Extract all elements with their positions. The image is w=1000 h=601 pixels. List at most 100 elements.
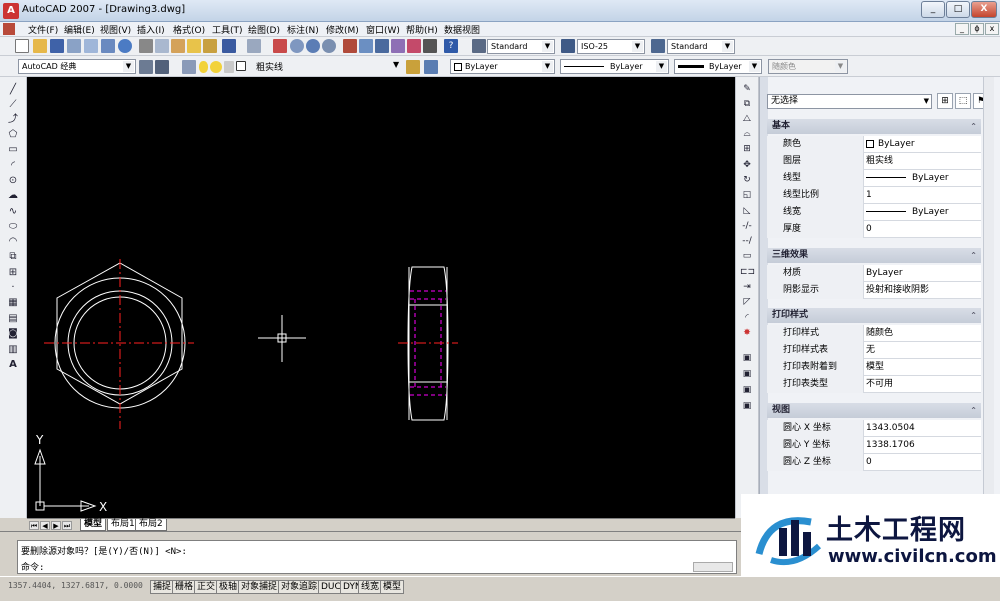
break-icon[interactable]: ⊏⊐ [740, 266, 755, 279]
match-properties-icon[interactable] [187, 39, 201, 53]
point-icon[interactable]: · [6, 281, 20, 294]
layer-thaw-sun-icon[interactable] [210, 61, 222, 73]
table-icon[interactable]: ▥ [6, 343, 20, 356]
line-icon[interactable]: ╱ [6, 83, 20, 96]
prop-row-linetype[interactable]: 线型 ByLayer [767, 170, 981, 187]
section-3d-visualization[interactable]: 三维效果 ⌃ [767, 248, 981, 263]
break-at-point-icon[interactable]: ▭ [740, 250, 754, 263]
table-style-icon[interactable] [651, 39, 665, 53]
autocad-app-icon[interactable]: A [3, 3, 19, 19]
menu-file[interactable]: 文件(F) [28, 23, 58, 36]
tab-layout2[interactable]: 布局2 [135, 519, 167, 531]
menu-format[interactable]: 格式(O) [173, 23, 205, 36]
prop-row-center-z[interactable]: 圆心 Z 坐标 0 [767, 454, 981, 471]
menu-window[interactable]: 窗口(W) [366, 23, 400, 36]
revision-cloud-icon[interactable]: ☁ [6, 189, 20, 202]
color-control-select[interactable]: ByLayer ▼ [450, 59, 555, 74]
erase-icon[interactable]: ✎ [740, 83, 754, 96]
make-block-icon[interactable]: ⊞ [6, 266, 20, 279]
command-prompt[interactable]: 命令: [21, 560, 44, 573]
section-plot-style[interactable]: 打印样式 ⌃ [767, 308, 981, 323]
properties-icon[interactable] [343, 39, 357, 53]
prop-row-color[interactable]: 颜色 ByLayer [767, 136, 981, 153]
selection-select[interactable]: 无选择 ▼ [767, 94, 932, 109]
menu-view[interactable]: 视图(V) [100, 23, 131, 36]
ortho-toggle[interactable]: 正交 [194, 580, 219, 594]
redo-icon[interactable] [247, 39, 261, 53]
osnap-toggle[interactable]: 对象捕捉 [238, 580, 281, 594]
command-history[interactable]: 要删除源对象吗？[是(Y)/否(N)] <N>: 命令: [17, 540, 737, 574]
prop-row-lineweight[interactable]: 线宽 ByLayer [767, 204, 981, 221]
section-general[interactable]: 基本 ⌃ [767, 119, 981, 134]
current-layer-label[interactable]: 粗实线 [256, 60, 283, 73]
hatch-icon[interactable]: ▦ [6, 296, 20, 309]
maximize-button[interactable]: □ [946, 1, 970, 18]
collapse-icon[interactable]: ⌃ [970, 119, 977, 134]
select-objects-icon[interactable]: ⬚ [955, 93, 971, 109]
prev-tab-button[interactable]: ◀ [40, 521, 50, 530]
doc-close-button[interactable]: x [985, 23, 999, 35]
table-style-select[interactable]: Standard ▼ [667, 39, 735, 54]
cut-icon[interactable] [139, 39, 153, 53]
save-icon[interactable] [50, 39, 64, 53]
model-toggle[interactable]: 模型 [380, 580, 405, 594]
close-button[interactable]: X [971, 1, 997, 18]
pan-icon[interactable] [273, 39, 287, 53]
calculator-icon[interactable] [423, 39, 437, 53]
region-icon[interactable]: ◙ [6, 327, 20, 340]
prop-row-plot-style[interactable]: 打印样式 随颜色 [767, 325, 981, 342]
snap-toggle[interactable]: 捕捉 [150, 580, 175, 594]
menu-dimension[interactable]: 标注(N) [287, 23, 319, 36]
polygon-icon[interactable]: ⬠ [6, 128, 20, 141]
prop-row-plot-table-type[interactable]: 打印表类型 不可用 [767, 376, 981, 393]
section-view[interactable]: 视图 ⌃ [767, 403, 981, 418]
text-style-select[interactable]: Standard ▼ [487, 39, 555, 54]
layer-manager-icon[interactable] [182, 60, 196, 74]
gradient-icon[interactable]: ▤ [6, 312, 20, 325]
scale-icon[interactable]: ◱ [740, 189, 754, 202]
join-icon[interactable]: ⇥ [740, 281, 754, 294]
menu-insert[interactable]: 插入(I) [137, 23, 165, 36]
tab-layout1[interactable]: 布局1 [107, 519, 139, 531]
minimize-button[interactable]: _ [921, 1, 945, 18]
extend-icon[interactable]: --/ [740, 235, 754, 248]
stretch-icon[interactable]: ◺ [740, 205, 754, 218]
move-icon[interactable]: ✥ [740, 159, 754, 172]
offset-icon[interactable]: ⌓ [740, 128, 754, 141]
prop-row-center-x[interactable]: 圆心 X 坐标 1343.0504 [767, 420, 981, 437]
drawing-canvas[interactable]: Y X [27, 77, 735, 518]
polyline-icon[interactable]: ⤴ [6, 113, 20, 126]
3d-dwf-icon[interactable] [118, 39, 132, 53]
spline-icon[interactable]: ∿ [6, 205, 20, 218]
rotate-icon[interactable]: ↻ [740, 174, 754, 187]
command-scrollbar[interactable] [693, 562, 733, 572]
lineweight-toggle[interactable]: 线宽 [358, 580, 383, 594]
arc-icon[interactable]: ◜ [6, 159, 20, 172]
fillet-icon[interactable]: ◜ [740, 312, 754, 325]
sheet-set-icon[interactable] [391, 39, 405, 53]
menu-data-view[interactable]: 数据视图 [444, 23, 480, 36]
block-editor-icon[interactable] [203, 39, 217, 53]
text-style-icon[interactable] [472, 39, 486, 53]
my-workspace-icon[interactable] [155, 60, 169, 74]
plot-preview-icon[interactable] [84, 39, 98, 53]
trim-icon[interactable]: -/- [740, 220, 754, 233]
menu-edit[interactable]: 编辑(E) [64, 23, 95, 36]
palette-scrollbar[interactable] [983, 77, 994, 518]
grid-toggle[interactable]: 栅格 [172, 580, 197, 594]
array-icon[interactable]: ⊞ [740, 143, 754, 156]
doc-restore-button[interactable]: ɸ [970, 23, 984, 35]
layer-lock-icon[interactable] [224, 61, 234, 73]
publish-icon[interactable] [101, 39, 115, 53]
prop-row-plot-attached[interactable]: 打印表附着到 模型 [767, 359, 981, 376]
circle-icon[interactable]: ⊙ [6, 174, 20, 187]
draworder-front-icon[interactable]: ▣ [740, 352, 754, 365]
help-icon[interactable]: ? [444, 39, 458, 53]
otrack-toggle[interactable]: 对象追踪 [278, 580, 321, 594]
collapse-icon[interactable]: ⌃ [970, 308, 977, 323]
menu-help[interactable]: 帮助(H) [406, 23, 438, 36]
dim-style-select[interactable]: ISO-25 ▼ [577, 39, 645, 54]
construction-line-icon[interactable]: ⟋ [6, 98, 20, 111]
pickadd-toggle-icon[interactable]: ⊞ [937, 93, 953, 109]
prop-row-center-y[interactable]: 圆心 Y 坐标 1338.1706 [767, 437, 981, 454]
